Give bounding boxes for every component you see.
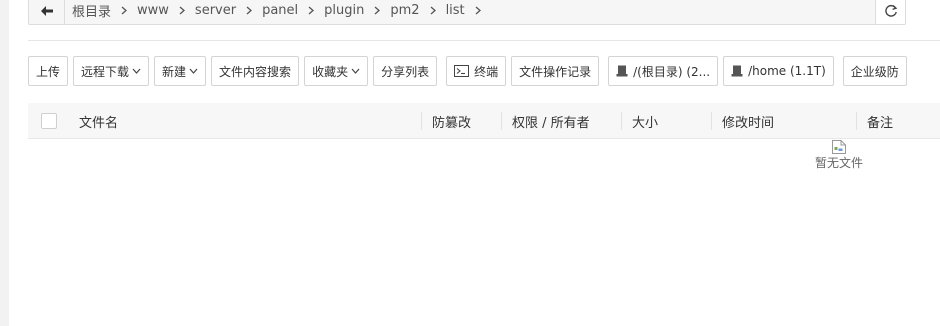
new-label: 新建	[162, 64, 187, 79]
upload-label: 上传	[36, 64, 61, 79]
column-divider	[421, 112, 422, 130]
terminal-icon	[454, 65, 470, 77]
col-filename[interactable]: 文件名	[79, 103, 118, 139]
upload-button[interactable]: 上传	[28, 56, 69, 86]
crumb-panel[interactable]: panel	[262, 3, 298, 18]
terminal-label: 终端	[474, 64, 499, 79]
disk-icon	[731, 65, 743, 77]
crumb-www[interactable]: www	[137, 3, 169, 18]
back-button[interactable]	[29, 0, 65, 24]
column-divider	[501, 112, 502, 130]
col-tamper[interactable]: 防篡改	[432, 103, 471, 139]
empty-state: 暂无文件	[805, 139, 873, 171]
col-mtime[interactable]: 修改时间	[722, 103, 774, 139]
crumb-list[interactable]: list	[446, 3, 465, 18]
chevron-right-icon	[374, 6, 381, 15]
share-list-label: 分享列表	[381, 64, 430, 79]
refresh-button[interactable]	[875, 0, 905, 24]
remote-download-button[interactable]: 远程下载	[73, 56, 150, 86]
arrow-left-icon	[40, 5, 53, 16]
new-button[interactable]: 新建	[154, 56, 207, 86]
file-table-header: 文件名 防篡改 权限 / 所有者 大小 修改时间 备注	[28, 103, 940, 139]
crumb-root[interactable]: 根目录	[72, 1, 111, 20]
col-remark[interactable]: 备注	[867, 103, 893, 139]
enterprise-button[interactable]: 企业级防	[842, 56, 907, 86]
crumb-plugin[interactable]: plugin	[324, 3, 364, 18]
chevron-right-icon	[179, 6, 185, 15]
share-list-button[interactable]: 分享列表	[373, 56, 438, 86]
disk-root-button[interactable]: /(根目录) (2...	[608, 56, 719, 86]
operation-log-button[interactable]: 文件操作记录	[511, 56, 600, 86]
remote-download-label: 远程下载	[81, 64, 130, 79]
path-bar: 根目录 www server panel plugin pm2 list	[28, 0, 906, 25]
disk-home-button[interactable]: /home (1.1T)	[723, 56, 834, 86]
select-all-checkbox[interactable]	[41, 113, 57, 129]
refresh-icon	[884, 4, 897, 17]
col-permission[interactable]: 权限 / 所有者	[512, 103, 590, 139]
crumb-server[interactable]: server	[195, 3, 236, 18]
left-gutter	[0, 0, 9, 326]
crumb-pm2[interactable]: pm2	[390, 3, 419, 18]
disk-root-label: /(根目录) (2...	[633, 64, 711, 79]
chevron-right-icon	[121, 6, 128, 15]
column-divider	[856, 112, 857, 130]
operation-log-label: 文件操作记录	[519, 64, 592, 79]
chevron-down-icon	[189, 68, 198, 74]
chevron-right-icon	[475, 6, 481, 15]
broken-image-icon	[831, 139, 847, 155]
disk-icon	[616, 65, 628, 77]
chevron-down-icon	[132, 68, 141, 74]
breadcrumb: 根目录 www server panel plugin pm2 list	[65, 0, 875, 24]
chevron-right-icon	[246, 6, 253, 15]
column-divider	[711, 112, 712, 130]
column-divider	[621, 112, 622, 130]
enterprise-label: 企业级防	[850, 64, 899, 79]
terminal-button[interactable]: 终端	[446, 56, 507, 86]
divider	[28, 40, 940, 41]
chevron-right-icon	[308, 6, 315, 15]
content-search-label: 文件内容搜索	[219, 64, 292, 79]
col-size[interactable]: 大小	[632, 103, 658, 139]
chevron-down-icon	[351, 68, 360, 74]
toolbar: 上传 远程下载 新建 文件内容搜索 收藏夹 分享列表 终端 文件操作记录 /(根…	[28, 56, 912, 86]
favorites-button[interactable]: 收藏夹	[304, 56, 369, 86]
favorites-label: 收藏夹	[312, 64, 349, 79]
empty-state-text: 暂无文件	[814, 156, 863, 170]
content-search-button[interactable]: 文件内容搜索	[211, 56, 300, 86]
chevron-right-icon	[430, 6, 436, 15]
disk-home-label: /home (1.1T)	[748, 64, 826, 78]
